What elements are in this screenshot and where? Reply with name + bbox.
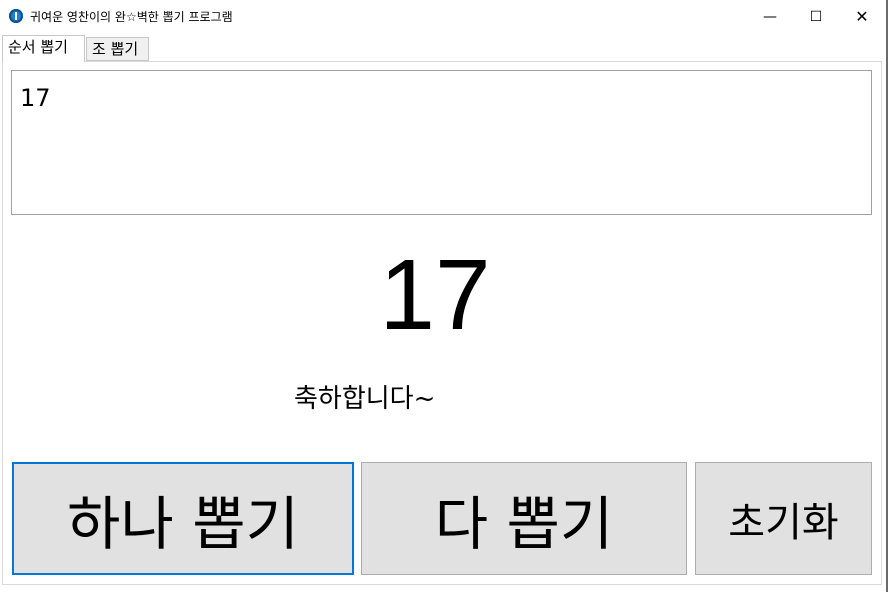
tab-strip: 순서 뽑기 조 뽑기 (0, 33, 886, 62)
window-title: 귀여운 영찬이의 완☆벽한 뽑기 프로그램 (30, 10, 233, 24)
tab-order-draw[interactable]: 순서 뽑기 (2, 35, 85, 62)
current-number: 17 (379, 239, 491, 351)
pick-one-button[interactable]: 하나 뽑기 (12, 462, 354, 575)
result-list-box[interactable]: 17 (11, 70, 872, 215)
pick-all-button[interactable]: 다 뽑기 (361, 462, 687, 575)
minimize-button[interactable]: — (747, 0, 793, 33)
close-button[interactable]: ✕ (839, 0, 885, 33)
result-list-text: 17 (20, 84, 51, 112)
maximize-button[interactable]: ☐ (793, 0, 839, 33)
app-window: 귀여운 영찬이의 완☆벽한 뽑기 프로그램 — ☐ ✕ 순서 뽑기 조 뽑기 1… (0, 0, 888, 592)
app-icon (9, 9, 23, 23)
title-bar[interactable]: 귀여운 영찬이의 완☆벽한 뽑기 프로그램 — ☐ ✕ (0, 0, 886, 33)
reset-button[interactable]: 초기화 (695, 462, 872, 575)
tab-group-draw[interactable]: 조 뽑기 (86, 37, 149, 61)
congrats-message: 축하합니다~ (294, 384, 436, 414)
